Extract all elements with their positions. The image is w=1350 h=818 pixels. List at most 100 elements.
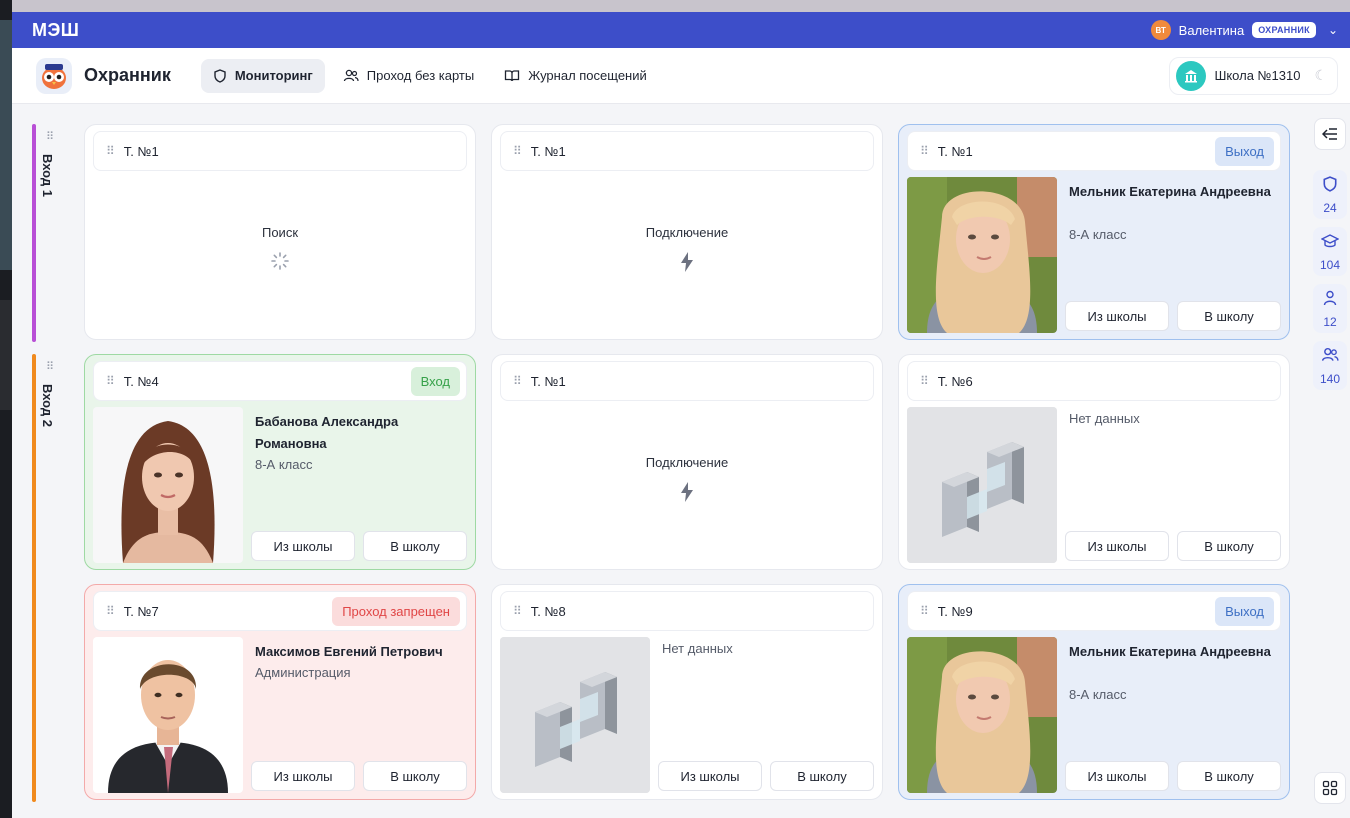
moon-icon[interactable]: ☾ [1314, 67, 1327, 84]
group-color-bar [32, 124, 36, 342]
terminal-card: ⠿ Т. №1 Поиск [84, 124, 476, 340]
terminal-card: ⠿ Т. №9 Выход Мельник Екатерина Андреевн… [898, 584, 1290, 800]
stat-guards[interactable]: 24 [1313, 170, 1347, 219]
card-header: ⠿ Т. №8 [500, 591, 874, 631]
to-school-button[interactable]: В школу [770, 761, 874, 791]
out-of-school-button[interactable]: Из школы [1065, 761, 1169, 791]
terminal-name: Т. №6 [937, 373, 973, 389]
terminal-name: Т. №1 [123, 143, 159, 159]
right-rail: 24 104 12 140 [1310, 104, 1350, 818]
person-class: 8-А класс [1069, 687, 1127, 702]
drag-handle-icon[interactable]: ⠿ [106, 374, 115, 388]
card-header: ⠿ Т. №1 [500, 361, 874, 401]
group-label: Вход 1 [40, 154, 55, 197]
card-actions: Из школы В школу [1065, 531, 1281, 561]
card-header: ⠿ Т. №7 Проход запрещен [93, 591, 467, 631]
tab-label: Мониторинг [234, 68, 313, 83]
turnstile-image [907, 407, 1057, 563]
terminal-card: ⠿ Т. №6 Нет данных Из школы В школу [898, 354, 1290, 570]
terminal-name: Т. №8 [530, 603, 566, 619]
entrance-group-1: ⠿ Вход 1 [32, 124, 58, 342]
chevron-down-icon[interactable]: ⌄ [1328, 23, 1338, 37]
card-header: ⠿ Т. №1 Выход [907, 131, 1281, 171]
card-header: ⠿ Т. №1 [500, 131, 874, 171]
drag-handle-icon[interactable]: ⠿ [920, 374, 929, 388]
drag-handle-icon[interactable]: ⠿ [513, 604, 522, 618]
out-of-school-button[interactable]: Из школы [1065, 301, 1169, 331]
terminal-card: ⠿ Т. №4 Вход Бабанова Александра Романов… [84, 354, 476, 570]
status-badge: Выход [1215, 136, 1274, 166]
drag-handle-icon[interactable]: ⠿ [106, 604, 115, 618]
out-of-school-button[interactable]: Из школы [1065, 531, 1169, 561]
to-school-button[interactable]: В школу [1177, 301, 1281, 331]
page-title: Охранник [84, 65, 171, 85]
to-school-button[interactable]: В школу [1177, 761, 1281, 791]
lightning-icon [492, 251, 882, 278]
drag-handle-icon[interactable]: ⠿ [46, 360, 54, 373]
stat-value: 24 [1323, 201, 1337, 215]
person-photo [907, 637, 1057, 793]
app-header: Охранник Мониторинг Проход без карты Жур… [12, 48, 1350, 104]
app-window: МЭШ ВТ Валентина ОХРАННИК ⌄ Охранник Мон… [12, 12, 1350, 818]
person-name: Мельник Екатерина Андреевна [1069, 644, 1271, 659]
graduation-cap-icon [1320, 233, 1340, 254]
drag-handle-icon[interactable]: ⠿ [920, 144, 929, 158]
terminal-card: ⠿ Т. №1 Подключение [491, 354, 883, 570]
terminal-state: Подключение [645, 225, 729, 240]
card-actions: Из школы В школу [1065, 761, 1281, 791]
people-icon [1321, 347, 1339, 368]
stat-value: 140 [1319, 372, 1341, 386]
to-school-button[interactable]: В школу [363, 531, 467, 561]
group-color-bar [32, 354, 36, 802]
school-selector[interactable]: Школа №1310 ☾ [1169, 56, 1338, 95]
terminal-card: ⠿ Т. №1 Подключение [491, 124, 883, 340]
terminal-state: Поиск [261, 225, 299, 240]
terminal-name: Т. №7 [123, 603, 159, 619]
drag-handle-icon[interactable]: ⠿ [106, 144, 115, 158]
terminal-name: Т. №1 [530, 143, 566, 159]
role-badge: ОХРАННИК [1252, 22, 1316, 38]
school-name: Школа №1310 [1214, 68, 1301, 83]
out-of-school-button[interactable]: Из школы [251, 761, 355, 791]
person-photo [93, 637, 243, 793]
card-actions: Из школы В школу [251, 531, 467, 561]
out-of-school-button[interactable]: Из школы [251, 531, 355, 561]
user-avatar[interactable]: ВТ [1150, 20, 1171, 40]
stat-staff[interactable]: 12 [1313, 284, 1347, 333]
tab-pass-without-card[interactable]: Проход без карты [331, 59, 486, 93]
terminal-card: ⠿ Т. №7 Проход запрещен Максимов Евгений… [84, 584, 476, 800]
person-photo [907, 177, 1057, 333]
collapse-panel-icon[interactable] [1314, 118, 1346, 150]
person-class: 8-А класс [255, 457, 313, 472]
drag-handle-icon[interactable]: ⠿ [513, 144, 522, 158]
terminal-name: Т. №1 [530, 373, 566, 389]
loading-spinner-icon [85, 251, 475, 276]
to-school-button[interactable]: В школу [363, 761, 467, 791]
drag-handle-icon[interactable]: ⠿ [920, 604, 929, 618]
stat-students[interactable]: 104 [1313, 227, 1347, 276]
top-bar: МЭШ ВТ Валентина ОХРАННИК ⌄ [12, 12, 1350, 48]
shield-icon [1322, 176, 1338, 197]
brand-logo[interactable]: МЭШ [32, 20, 79, 41]
stat-total[interactable]: 140 [1313, 341, 1347, 390]
person-name: Максимов Евгений Петрович [255, 644, 443, 659]
drag-handle-icon[interactable]: ⠿ [513, 374, 522, 388]
terminal-name: Т. №4 [123, 373, 159, 389]
status-badge: Вход [410, 366, 460, 396]
card-actions: Из школы В школу [1065, 301, 1281, 331]
terminal-state: Подключение [645, 455, 729, 470]
tab-monitoring[interactable]: Мониторинг [200, 58, 325, 93]
terminal-name: Т. №1 [937, 143, 973, 159]
drag-handle-icon[interactable]: ⠿ [46, 130, 54, 143]
card-header: ⠿ Т. №4 Вход [93, 361, 467, 401]
stat-value: 12 [1323, 315, 1337, 329]
tab-visit-log[interactable]: Журнал посещений [492, 59, 659, 93]
person-photo [93, 407, 243, 563]
terminal-card: ⠿ Т. №1 Выход Мельник Екатерина Андреевн… [898, 124, 1290, 340]
out-of-school-button[interactable]: Из школы [658, 761, 762, 791]
turnstile-image [500, 637, 650, 793]
user-name[interactable]: Валентина [1179, 23, 1245, 38]
to-school-button[interactable]: В школу [1177, 531, 1281, 561]
person-name: Бабанова Александра Романовна [255, 414, 399, 451]
grid-menu-icon[interactable] [1314, 772, 1346, 804]
